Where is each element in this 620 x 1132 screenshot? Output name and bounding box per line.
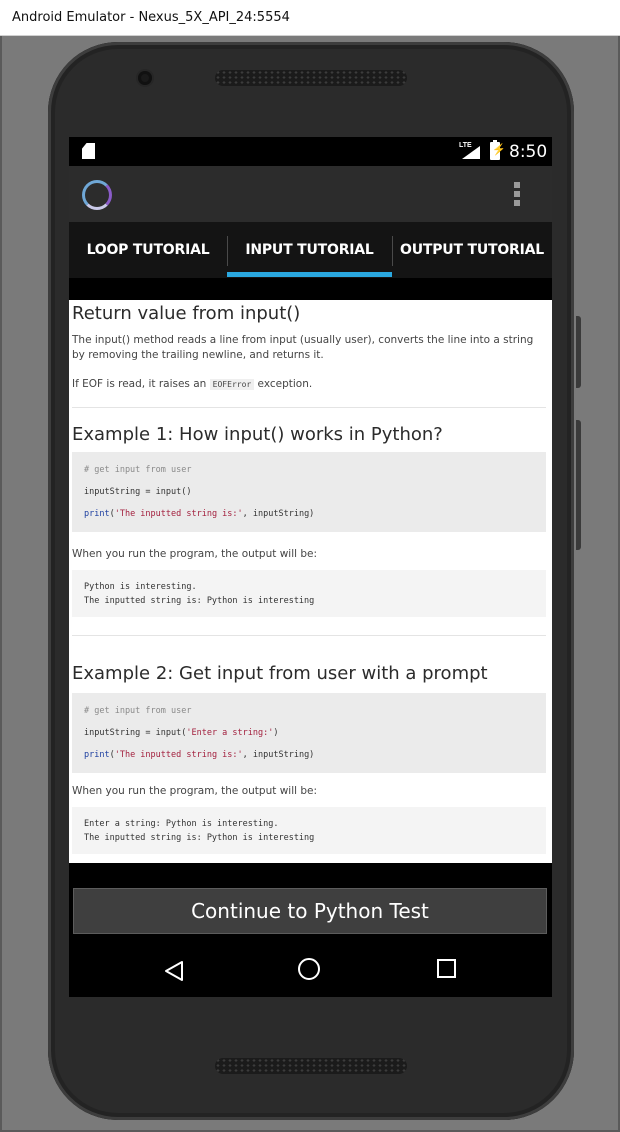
back-icon[interactable]: [164, 960, 184, 982]
example2-output-block: Enter a string: Python is interesting. T…: [72, 807, 546, 854]
tab-input-tutorial[interactable]: INPUT TUTORIAL: [227, 222, 392, 278]
code-text: inputString = input(: [84, 728, 187, 738]
code-keyword: print: [84, 750, 110, 760]
code-comment: # get input from user: [84, 706, 192, 716]
example2-code-block: # get input from user inputString = inpu…: [72, 693, 546, 773]
section-title: Return value from input(): [72, 303, 301, 324]
output-line: Enter a string: Python is interesting.: [84, 819, 279, 829]
output-line: The inputted string is: Python is intere…: [84, 596, 315, 606]
tutorial-content[interactable]: Return value from input() The input() me…: [69, 300, 552, 863]
lte-signal-icon: LTE: [459, 142, 481, 159]
tab-loop-tutorial[interactable]: LOOP TUTORIAL: [69, 222, 227, 278]
output-line: The inputted string is: Python is intere…: [84, 833, 315, 843]
recents-icon[interactable]: [437, 959, 456, 978]
divider: [72, 635, 546, 636]
app-logo-icon: [82, 180, 112, 210]
top-speaker-grille: [215, 70, 407, 86]
eof-paragraph: If EOF is read, it raises an EOFError ex…: [72, 377, 542, 392]
battery-charging-icon: ⚡: [490, 140, 506, 160]
code-text: ): [273, 728, 279, 738]
bottom-speaker-grille: [215, 1058, 407, 1074]
window-title: Android Emulator - Nexus_5X_API_24:5554: [12, 10, 290, 25]
code-comment: # get input from user: [84, 465, 192, 475]
divider: [72, 407, 546, 408]
code-line: print('The inputted string is:', inputSt…: [84, 750, 315, 760]
app-bar: [69, 166, 552, 222]
code-keyword: print: [84, 509, 110, 519]
code-line: print('The inputted string is:', inputSt…: [84, 509, 315, 519]
status-time: 8:50: [509, 142, 548, 162]
bottom-area: Continue to Python Test: [69, 863, 552, 997]
code-string: 'Enter a string:': [186, 728, 274, 738]
code-text: , inputString): [242, 509, 315, 519]
code-text: , inputString): [242, 750, 315, 760]
volume-rocker[interactable]: [576, 420, 581, 550]
eof-text-after: exception.: [254, 378, 313, 390]
overflow-menu-icon[interactable]: [514, 182, 520, 208]
navigation-bar: [69, 943, 552, 997]
network-type: LTE: [459, 142, 472, 149]
example1-output-block: Python is interesting. The inputted stri…: [72, 570, 546, 617]
active-tab-indicator: [227, 272, 392, 277]
code-string: 'The inputted string is:': [114, 750, 243, 760]
status-bar: LTE ⚡ 8:50: [69, 137, 552, 166]
eof-text-before: If EOF is read, it raises an: [72, 378, 210, 390]
sd-card-icon: [82, 143, 95, 159]
section-paragraph: The input() method reads a line from inp…: [72, 334, 534, 361]
tab-output-tutorial[interactable]: OUTPUT TUTORIAL: [392, 222, 552, 278]
code-line: inputString = input(): [84, 487, 192, 497]
window-title-bar: Android Emulator - Nexus_5X_API_24:5554: [0, 0, 620, 36]
continue-to-test-button[interactable]: Continue to Python Test: [73, 888, 547, 934]
code-string: 'The inputted string is:': [114, 509, 243, 519]
home-icon[interactable]: [298, 958, 320, 980]
example1-title: Example 1: How input() works in Python?: [72, 424, 443, 445]
example1-code-block: # get input from user inputString = inpu…: [72, 452, 546, 532]
device-screen: LTE ⚡ 8:50 LOOP TUTORIAL INPUT TUTORIAL …: [69, 137, 552, 997]
code-line: inputString = input('Enter a string:'): [84, 728, 278, 738]
eoferror-code: EOFError: [209, 379, 255, 390]
front-camera: [138, 71, 152, 85]
output-line: Python is interesting.: [84, 582, 197, 592]
tab-bar: LOOP TUTORIAL INPUT TUTORIAL OUTPUT TUTO…: [69, 222, 552, 278]
power-button[interactable]: [576, 316, 581, 388]
example2-title: Example 2: Get input from user with a pr…: [72, 663, 488, 684]
run-description: When you run the program, the output wil…: [72, 548, 318, 560]
run-description: When you run the program, the output wil…: [72, 785, 318, 797]
